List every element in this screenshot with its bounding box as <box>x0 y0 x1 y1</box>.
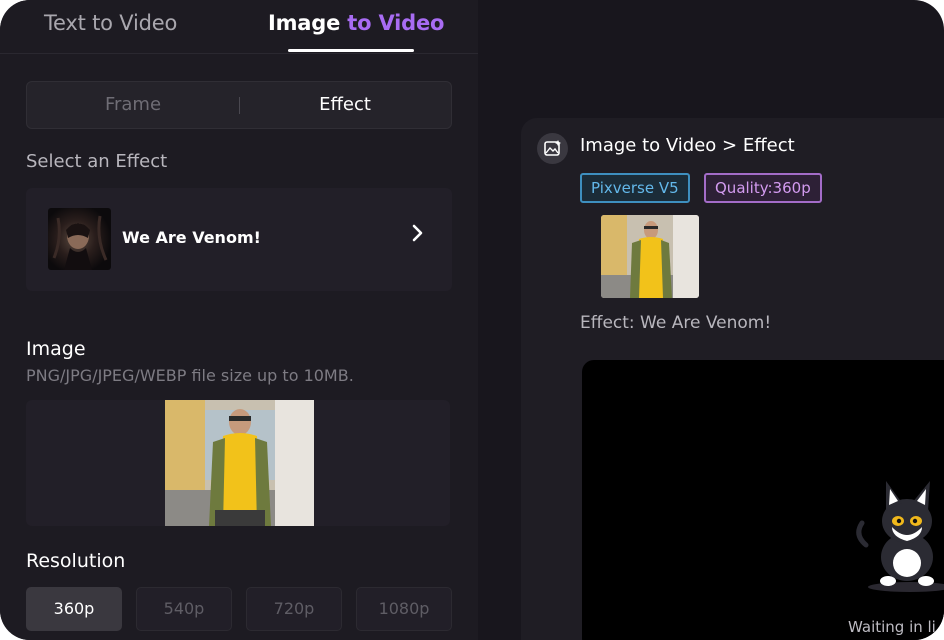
video-output-area: Waiting in li <box>582 360 944 640</box>
cat-mascot-icon <box>856 481 944 592</box>
uploaded-image-preview <box>165 400 314 526</box>
tab-image-to-video[interactable]: Image to Video <box>268 6 444 40</box>
tab-image-to-video-word2: to Video <box>347 11 445 35</box>
effect-option[interactable]: Effect <box>239 82 451 128</box>
resolution-label: Resolution <box>26 550 126 572</box>
mode-tabs: Text to Video Image to Video <box>0 0 478 54</box>
quality-tag: Quality:360p <box>704 173 822 203</box>
image-upload-area[interactable] <box>26 400 450 526</box>
active-tab-indicator <box>288 49 414 52</box>
resolution-1080p-button[interactable]: 1080p <box>356 587 452 631</box>
resolution-540p-button[interactable]: 540p <box>136 587 232 631</box>
left-panel: Text to Video Image to Video Frame Effec… <box>0 0 478 640</box>
task-title: Image to Video > Effect <box>580 135 795 156</box>
waiting-status: Waiting in li <box>848 618 936 636</box>
model-tag: Pixverse V5 <box>580 173 690 203</box>
resolution-360p-button[interactable]: 360p <box>26 587 122 631</box>
tab-text-to-video[interactable]: Text to Video <box>44 6 177 40</box>
task-source-image <box>601 215 699 298</box>
selected-effect-name: We Are Venom! <box>122 228 261 247</box>
image-section-label: Image <box>26 338 86 360</box>
effect-thumbnail <box>48 208 111 270</box>
venom-effect-image <box>52 215 108 270</box>
frame-effect-toggle: Frame Effect <box>26 81 452 129</box>
chevron-right-icon <box>412 224 423 242</box>
tab-image-to-video-word1: Image <box>268 11 341 35</box>
frame-option[interactable]: Frame <box>27 82 239 128</box>
person-photo <box>165 400 314 526</box>
select-effect-label: Select an Effect <box>26 151 168 172</box>
app-window: Text to Video Image to Video Frame Effec… <box>0 0 944 640</box>
effect-selector[interactable]: We Are Venom! <box>26 188 452 291</box>
resolution-720p-button[interactable]: 720p <box>246 587 342 631</box>
task-effect-line: Effect: We Are Venom! <box>580 313 772 333</box>
image-format-hint: PNG/JPG/JPEG/WEBP file size up to 10MB. <box>26 366 354 385</box>
image-sparkle-icon <box>537 133 568 164</box>
person-photo-small <box>601 215 699 298</box>
